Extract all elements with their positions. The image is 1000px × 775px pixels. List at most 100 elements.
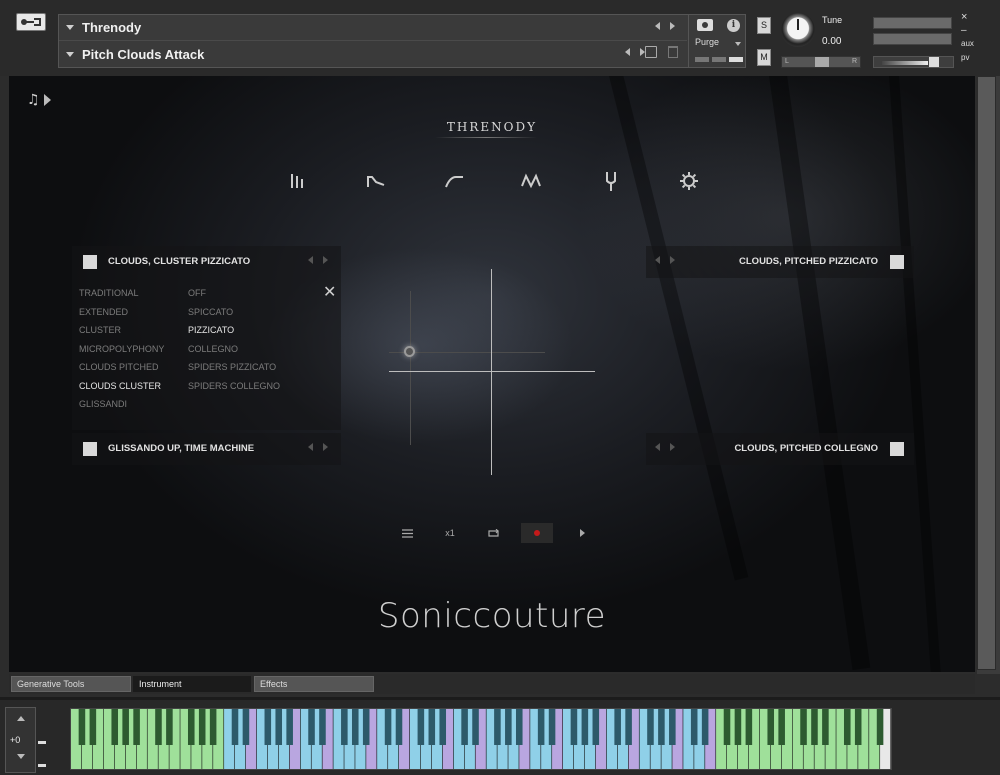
category-clouds-pitched[interactable]: CLOUDS PITCHED xyxy=(79,362,159,372)
black-key[interactable] xyxy=(439,709,447,745)
slot-bottom-left-prev-icon[interactable] xyxy=(308,443,313,451)
black-key[interactable] xyxy=(362,709,370,745)
black-key[interactable] xyxy=(548,709,556,745)
volume-slider[interactable] xyxy=(873,56,954,68)
black-key[interactable] xyxy=(690,709,698,745)
black-key[interactable] xyxy=(614,709,621,745)
black-key[interactable] xyxy=(275,709,283,745)
category-cluster[interactable]: CLUSTER xyxy=(79,325,121,335)
black-key[interactable] xyxy=(395,709,403,745)
black-key[interactable] xyxy=(341,709,348,745)
slot-bottom-right-checkbox[interactable] xyxy=(890,442,904,456)
pitch-wheel[interactable] xyxy=(38,741,46,744)
gear-icon[interactable] xyxy=(679,171,699,191)
snapshot-menu-chevron-icon[interactable] xyxy=(66,51,74,57)
black-key[interactable] xyxy=(778,709,785,745)
tuning-fork-icon[interactable] xyxy=(601,171,621,191)
scrollbar-thumb[interactable] xyxy=(977,76,996,670)
slot-top-left-prev-icon[interactable] xyxy=(308,256,313,264)
slot-top-right-checkbox[interactable] xyxy=(890,255,904,269)
articulation-off[interactable]: OFF xyxy=(188,288,206,298)
black-key[interactable] xyxy=(505,709,512,745)
snapshot-row[interactable]: Pitch Clouds Attack xyxy=(59,41,687,67)
category-glissandi[interactable]: GLISSANDI xyxy=(79,399,127,409)
black-key[interactable] xyxy=(581,709,589,745)
articulation-spiccato[interactable]: SPICCATO xyxy=(188,307,233,317)
black-key[interactable] xyxy=(155,709,162,745)
tab-effects[interactable]: Effects xyxy=(254,676,374,692)
category-extended[interactable]: EXTENDED xyxy=(79,307,128,317)
black-key[interactable] xyxy=(537,709,545,745)
next-instrument-icon[interactable] xyxy=(670,22,675,30)
black-key[interactable] xyxy=(669,709,676,745)
wrench-icon[interactable] xyxy=(16,13,46,31)
black-key[interactable] xyxy=(89,709,97,745)
mod-wheel[interactable] xyxy=(38,764,46,767)
close-icon[interactable]: × xyxy=(961,11,967,23)
solo-button[interactable]: S xyxy=(757,17,771,34)
black-key[interactable] xyxy=(800,709,807,745)
slot-top-right[interactable]: CLOUDS, PITCHED PIZZICATO xyxy=(646,246,914,278)
black-key[interactable] xyxy=(625,709,632,745)
pan-handle[interactable] xyxy=(815,57,829,67)
xy-pad-handle[interactable] xyxy=(404,346,415,357)
black-key[interactable] xyxy=(658,709,665,745)
save-snapshot-icon[interactable] xyxy=(645,46,657,58)
black-key[interactable] xyxy=(723,709,731,745)
speed-button[interactable]: x1 xyxy=(438,523,462,543)
slot-bottom-right-next-icon[interactable] xyxy=(670,443,675,451)
tune-knob[interactable] xyxy=(781,13,815,47)
articulation-spiders-pizzicato[interactable]: SPIDERS PIZZICATO xyxy=(188,362,276,372)
loop-icon[interactable] xyxy=(483,523,503,543)
black-key[interactable] xyxy=(319,709,326,745)
black-key[interactable] xyxy=(122,709,129,745)
black-key[interactable] xyxy=(592,709,600,745)
black-key[interactable] xyxy=(472,709,479,745)
close-browser-icon[interactable]: ✕ xyxy=(323,284,336,300)
lfo-wave-icon[interactable] xyxy=(521,171,541,191)
mixer-icon[interactable] xyxy=(288,171,308,191)
delete-snapshot-icon[interactable] xyxy=(668,46,678,58)
slot-top-left-next-icon[interactable] xyxy=(323,256,328,264)
black-key[interactable] xyxy=(428,709,436,745)
slot-bottom-left[interactable]: GLISSANDO UP, TIME MACHINE xyxy=(72,433,341,465)
black-key[interactable] xyxy=(854,709,862,745)
articulation-collegno[interactable]: COLLEGNO xyxy=(188,344,238,354)
black-key[interactable] xyxy=(78,709,86,745)
tab-generative-tools[interactable]: Generative Tools xyxy=(11,676,131,692)
envelope-attack-icon[interactable] xyxy=(444,171,464,191)
black-key[interactable] xyxy=(209,709,217,745)
black-key[interactable] xyxy=(767,709,775,745)
black-key[interactable] xyxy=(308,709,315,745)
black-key[interactable] xyxy=(187,709,195,745)
purge-menu[interactable]: Purge xyxy=(695,37,719,47)
piano-keyboard[interactable] xyxy=(70,708,892,770)
slot-top-left[interactable]: CLOUDS, CLUSTER PIZZICATO xyxy=(72,246,341,278)
black-key[interactable] xyxy=(417,709,425,745)
black-key[interactable] xyxy=(111,709,119,745)
mute-button[interactable]: M xyxy=(757,49,771,66)
slot-top-right-prev-icon[interactable] xyxy=(655,256,660,264)
pan-slider[interactable]: L R xyxy=(781,56,861,68)
minimize-icon[interactable]: – xyxy=(961,25,967,36)
octave-down-icon[interactable] xyxy=(17,754,25,759)
black-key[interactable] xyxy=(461,709,468,745)
play-icon[interactable] xyxy=(572,523,592,543)
music-note-icon[interactable]: ♫ xyxy=(27,92,40,108)
black-key[interactable] xyxy=(822,709,829,745)
tab-instrument[interactable]: Instrument xyxy=(133,676,251,692)
slot-bottom-right-prev-icon[interactable] xyxy=(655,443,660,451)
black-key[interactable] xyxy=(734,709,742,745)
slot-top-right-next-icon[interactable] xyxy=(670,256,675,264)
black-key[interactable] xyxy=(811,709,818,745)
category-traditional[interactable]: TRADITIONAL xyxy=(79,288,139,298)
instrument-menu-chevron-icon[interactable] xyxy=(66,25,74,30)
vertical-scrollbar[interactable] xyxy=(977,76,1000,674)
purge-chevron-icon[interactable] xyxy=(735,42,741,46)
category-clouds-cluster[interactable]: CLOUDS CLUSTER xyxy=(79,381,161,391)
black-key[interactable] xyxy=(745,709,753,745)
slot-top-left-checkbox[interactable] xyxy=(83,255,97,269)
black-key[interactable] xyxy=(384,709,392,745)
aux-button[interactable]: aux xyxy=(961,39,974,48)
prev-snapshot-icon[interactable] xyxy=(625,48,630,56)
